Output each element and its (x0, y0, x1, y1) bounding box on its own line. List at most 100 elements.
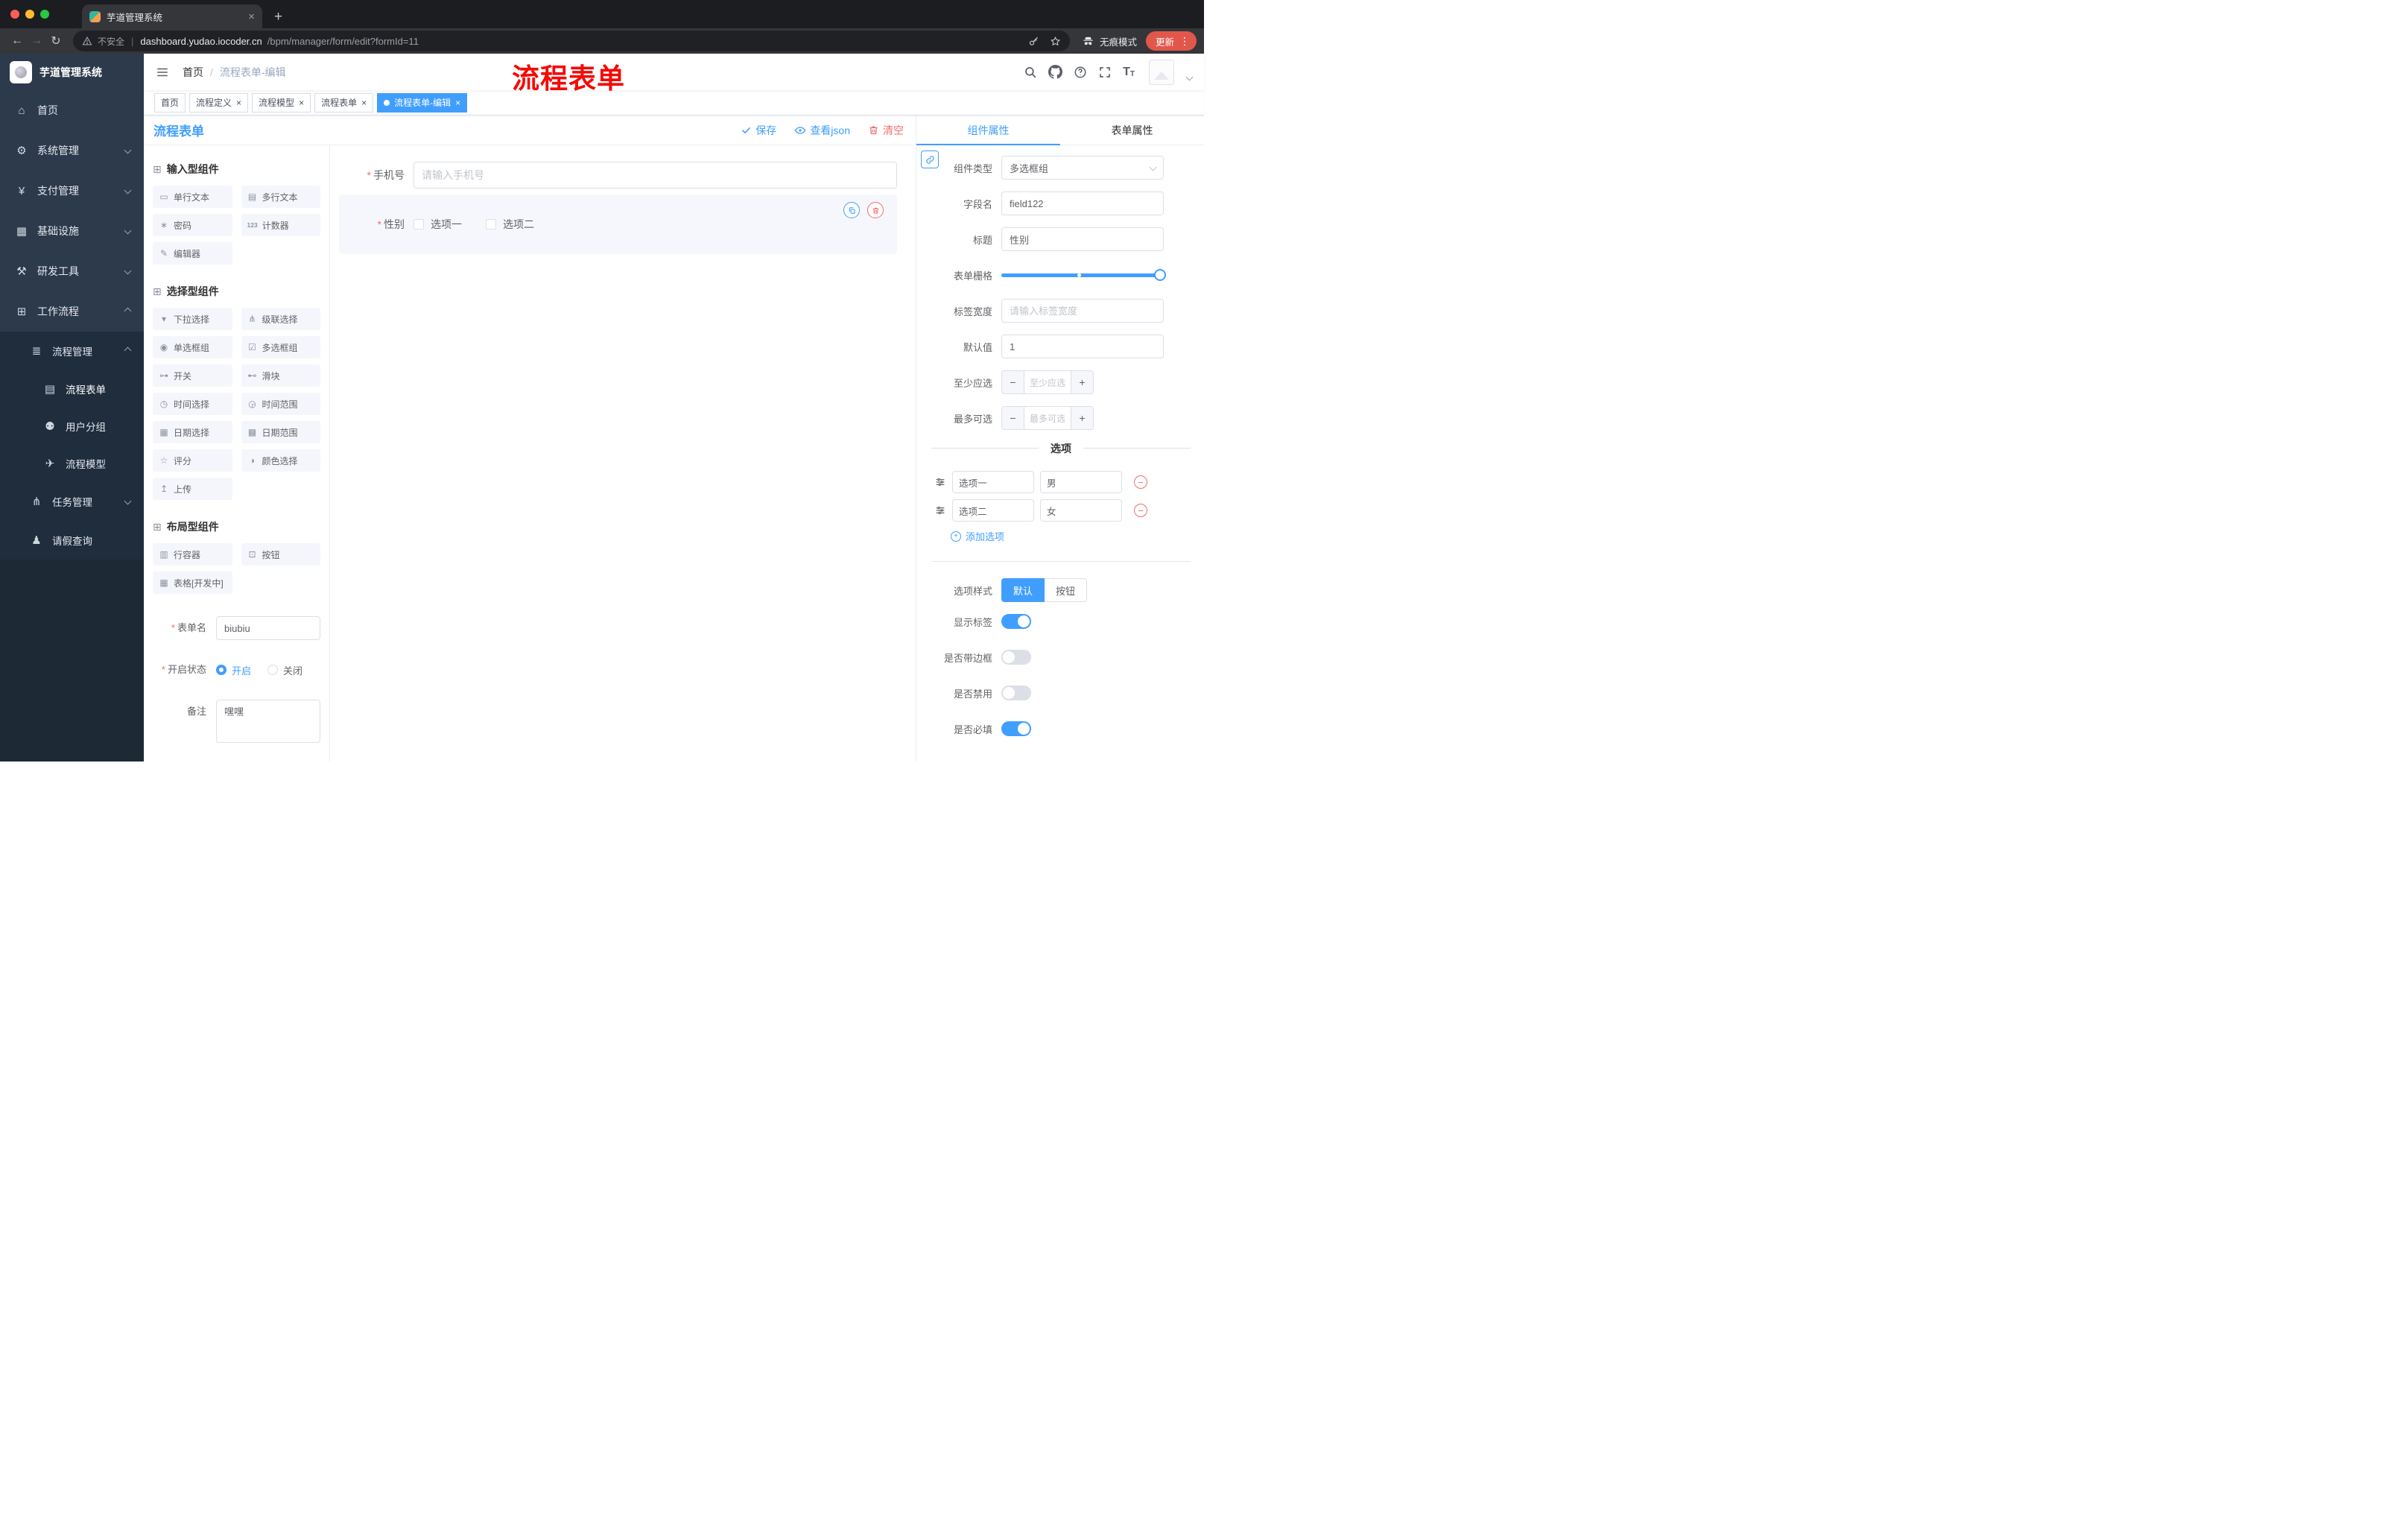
title-input[interactable] (1001, 227, 1164, 251)
component-item-select[interactable]: ▾ 下拉选择 (153, 308, 232, 330)
sidebar-item-leave-query[interactable]: ♟ 请假查询 (0, 521, 144, 560)
hamburger-icon[interactable] (156, 66, 169, 79)
component-item-checkbox-group[interactable]: ☑ 多选框组 (241, 336, 320, 358)
save-button[interactable]: 保存 (741, 123, 776, 138)
component-item-color-picker[interactable]: ◑ 颜色选择 (241, 449, 320, 472)
component-item-upload[interactable]: ↥ 上传 (153, 478, 232, 500)
gender-option1-checkbox[interactable]: 选项一 (414, 217, 462, 232)
canvas-field-gender-selected[interactable]: 性别 选项一 选项二 (339, 194, 897, 254)
close-icon[interactable] (361, 98, 367, 107)
drag-handle-icon[interactable] (934, 504, 946, 516)
close-icon[interactable] (455, 98, 460, 107)
component-item-cascader[interactable]: ⋔ 级联选择 (241, 308, 320, 330)
tab-close-icon[interactable] (248, 11, 255, 22)
bookmark-star-icon[interactable] (1050, 36, 1061, 47)
option2-label-input[interactable] (952, 499, 1034, 522)
window-minimize-button[interactable] (25, 10, 34, 19)
drag-handle-icon[interactable] (934, 476, 946, 488)
window-zoom-button[interactable] (40, 10, 49, 19)
required-switch[interactable] (1001, 721, 1031, 736)
add-option-button[interactable]: 添加选项 (951, 529, 1204, 543)
address-bar[interactable]: 不安全 dashboard.yudao.iocoder.cn /bpm/mana… (73, 31, 1070, 51)
sidebar-item-workflow[interactable]: ⊞ 工作流程 (0, 291, 144, 332)
tag-process-definition[interactable]: 流程定义 (189, 92, 249, 113)
with-border-switch[interactable] (1001, 650, 1031, 665)
component-item-text-input[interactable]: ▭ 单行文本 (153, 186, 232, 208)
component-item-table[interactable]: ▦ 表格[开发中] (153, 571, 232, 594)
breadcrumb-home[interactable]: 首页 (183, 65, 203, 80)
option1-value-input[interactable] (1040, 471, 1122, 493)
show-label-switch[interactable] (1001, 614, 1031, 629)
component-type-select[interactable]: 多选框组 (1001, 156, 1164, 180)
view-json-button[interactable]: 查看json (794, 123, 850, 138)
form-canvas[interactable]: 手机号 性别 选项一 选项二 (330, 145, 916, 762)
label-width-input[interactable] (1001, 299, 1164, 323)
phone-input[interactable] (414, 162, 897, 189)
sidebar-item-infrastructure[interactable]: ▦ 基础设施 (0, 211, 144, 251)
forward-icon[interactable] (27, 31, 46, 51)
fullscreen-icon[interactable] (1098, 66, 1112, 79)
component-item-row-container[interactable]: ▥ 行容器 (153, 543, 232, 566)
component-item-rate[interactable]: ☆ 评分 (153, 449, 232, 472)
sidebar-item-task-management[interactable]: ⋔ 任务管理 (0, 482, 144, 521)
option1-label-input[interactable] (952, 471, 1034, 493)
minus-icon[interactable] (1002, 407, 1024, 429)
component-item-date-picker[interactable]: ▦ 日期选择 (153, 421, 232, 443)
delete-component-button[interactable] (867, 202, 884, 218)
avatar[interactable] (1149, 59, 1174, 85)
github-icon[interactable] (1048, 65, 1063, 79)
status-off-radio[interactable]: 关闭 (267, 663, 302, 677)
reload-icon[interactable] (46, 31, 66, 51)
sidebar-item-home[interactable]: ⌂ 首页 (0, 90, 144, 130)
form-remark-textarea[interactable]: 嘿嘿 (216, 700, 320, 743)
help-icon[interactable] (1074, 66, 1087, 79)
tab-form-props[interactable]: 表单属性 (1060, 115, 1204, 145)
remove-option-button[interactable] (1134, 475, 1147, 489)
tag-process-form-edit[interactable]: 流程表单-编辑 (377, 92, 468, 113)
plus-icon[interactable] (1071, 407, 1093, 429)
component-item-counter[interactable]: 123 计数器 (241, 214, 320, 236)
component-item-date-range[interactable]: ▩ 日期范围 (241, 421, 320, 443)
tag-home[interactable]: 首页 (154, 92, 186, 113)
component-item-password[interactable]: ∗ 密码 (153, 214, 232, 236)
font-size-icon[interactable]: TT (1123, 66, 1135, 78)
slider-track[interactable] (1001, 273, 1164, 277)
update-button[interactable]: 更新 (1145, 31, 1197, 51)
sidebar-item-payment[interactable]: ¥ 支付管理 (0, 171, 144, 211)
tag-process-model[interactable]: 流程模型 (252, 92, 311, 113)
minus-icon[interactable] (1002, 371, 1024, 393)
key-icon[interactable] (1028, 36, 1039, 47)
data-bind-link-button[interactable] (921, 151, 939, 168)
back-icon[interactable] (7, 31, 27, 51)
form-grid-slider[interactable] (1001, 263, 1166, 287)
browser-tab[interactable]: 芋道管理系统 (82, 4, 262, 28)
option-style-default-button[interactable]: 默认 (1001, 578, 1045, 602)
form-name-input[interactable] (216, 616, 320, 640)
window-close-button[interactable] (10, 10, 19, 19)
option2-value-input[interactable] (1040, 499, 1122, 522)
duplicate-component-button[interactable] (843, 202, 860, 218)
close-icon[interactable] (299, 98, 304, 107)
sidebar-item-system[interactable]: ⚙ 系统管理 (0, 130, 144, 171)
sidebar-item-user-group[interactable]: ⚉ 用户分组 (0, 408, 144, 445)
default-value-input[interactable] (1001, 335, 1164, 358)
browser-menu-icon[interactable] (1179, 35, 1190, 48)
close-icon[interactable] (236, 98, 241, 107)
sidebar-item-process-model[interactable]: ✈ 流程模型 (0, 445, 144, 482)
component-item-time-range[interactable]: ◶ 时间范围 (241, 393, 320, 415)
new-tab-button[interactable] (274, 10, 282, 24)
sidebar-item-process-management[interactable]: ≣ 流程管理 (0, 332, 144, 370)
caret-down-icon[interactable] (1185, 73, 1194, 81)
component-item-slider[interactable]: ⊷ 滑块 (241, 364, 320, 387)
component-item-time-picker[interactable]: ◷ 时间选择 (153, 393, 232, 415)
sidebar-item-process-form[interactable]: ▤ 流程表单 (0, 370, 144, 408)
canvas-field-phone[interactable]: 手机号 (339, 162, 897, 189)
plus-icon[interactable] (1071, 371, 1093, 393)
component-item-switch[interactable]: ⊶ 开关 (153, 364, 232, 387)
tag-process-form[interactable]: 流程表单 (314, 92, 374, 113)
component-item-textarea[interactable]: ▤ 多行文本 (241, 186, 320, 208)
component-item-radio-group[interactable]: ◉ 单选框组 (153, 336, 232, 358)
status-on-radio[interactable]: 开启 (216, 663, 251, 677)
clear-button[interactable]: 清空 (868, 123, 904, 138)
option-style-button-button[interactable]: 按钮 (1045, 578, 1088, 602)
